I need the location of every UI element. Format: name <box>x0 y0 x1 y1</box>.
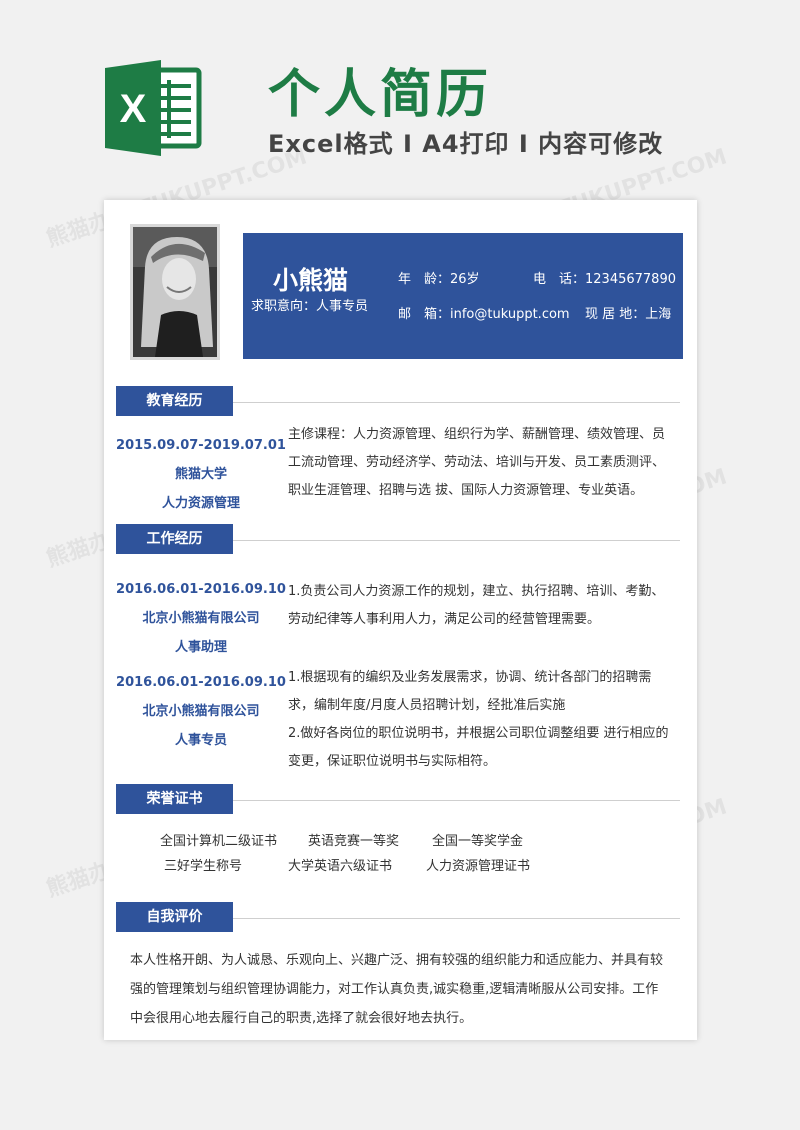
work-period: 2016.06.01-2016.09.10 <box>116 675 286 690</box>
education-info: 2015.09.07-2019.07.01 熊猫大学 人力资源管理 <box>116 431 286 518</box>
banner-title: 个人简历 <box>268 65 493 125</box>
resume-paper: 小熊猫 求职意向：人事专员 年 龄：26岁 电 话：12345677890 邮 … <box>104 200 697 1040</box>
work-period: 2016.06.01-2016.09.10 <box>116 582 286 597</box>
section-education-header: 教育经历 <box>116 386 233 416</box>
portrait-image <box>133 227 217 357</box>
job-intent: 求职意向：人事专员 <box>251 299 369 314</box>
education-courses: 主修课程：人力资源管理、组织行为学、薪酬管理、绩效管理、员工流动管理、劳动经济学… <box>288 427 666 498</box>
work-company: 北京小熊猫有限公司 <box>142 611 260 626</box>
profile-photo <box>130 224 220 360</box>
honor-item: 大学英语六级证书 <box>288 859 393 874</box>
profile-name: 小熊猫 <box>273 266 349 295</box>
work-role: 人事助理 <box>174 640 227 655</box>
education-period: 2015.09.07-2019.07.01 <box>116 438 286 453</box>
profile-email: 邮 箱：info@tukuppt.com <box>398 307 570 322</box>
honor-item: 人力资源管理证书 <box>426 859 531 874</box>
banner-subtitle: Excel格式 I A4打印 I 内容可修改 <box>268 130 664 158</box>
section-self-header: 自我评价 <box>116 902 233 932</box>
work-item-2-desc: 1.根据现有的编织及业务发展需求，协调、统计各部门的招聘需求，编制年度/月度人员… <box>288 664 673 776</box>
divider <box>233 918 680 919</box>
honor-item: 英语竞赛一等奖 <box>308 834 400 849</box>
honor-item: 全国计算机二级证书 <box>160 834 278 849</box>
work-desc-line: 2.做好各岗位的职位说明书，并根据公司职位调整组要 进行相应的变更，保证职位说明… <box>288 726 669 769</box>
education-major: 人力资源管理 <box>161 496 240 511</box>
section-honors-header: 荣誉证书 <box>116 784 233 814</box>
honor-item: 全国一等奖学金 <box>432 834 524 849</box>
profile-phone: 电 话：12345677890 <box>533 272 676 287</box>
self-evaluation-text: 本人性格开朗、为人诚恳、乐观向上、兴趣广泛、拥有较强的组织能力和适应能力、并具有… <box>130 953 664 1026</box>
profile-age: 年 龄：26岁 <box>398 272 480 287</box>
work-item-2-info: 2016.06.01-2016.09.10 北京小熊猫有限公司 人事专员 <box>116 668 286 755</box>
divider <box>233 402 680 403</box>
work-role: 人事专员 <box>174 733 227 748</box>
work-desc-line: 1.根据现有的编织及业务发展需求，协调、统计各部门的招聘需求，编制年度/月度人员… <box>288 670 652 713</box>
work-item-1-info: 2016.06.01-2016.09.10 北京小熊猫有限公司 人事助理 <box>116 575 286 662</box>
work-company: 北京小熊猫有限公司 <box>142 704 260 719</box>
excel-logo-letter: X <box>120 87 147 131</box>
education-school: 熊猫大学 <box>174 467 227 482</box>
honor-item: 三好学生称号 <box>164 859 243 874</box>
profile-header: 小熊猫 求职意向：人事专员 年 龄：26岁 电 话：12345677890 邮 … <box>243 233 683 359</box>
divider <box>233 800 680 801</box>
divider <box>233 540 680 541</box>
section-work-header: 工作经历 <box>116 524 233 554</box>
profile-location: 现 居 地：上海 <box>585 307 672 322</box>
work-item-1-desc: 1.负责公司人力资源工作的规划，建立、执行招聘、培训、考勤、劳动纪律等人事利用人… <box>288 584 665 627</box>
excel-logo-icon: X <box>105 60 202 156</box>
